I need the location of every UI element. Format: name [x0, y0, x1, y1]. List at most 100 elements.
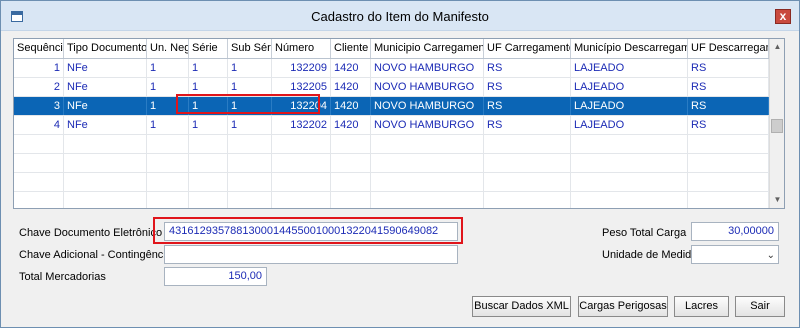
cell-cliente: 1420 — [331, 97, 371, 115]
manifest-item-window: Cadastro do Item do Manifesto x Sequênci… — [0, 0, 800, 328]
vertical-scrollbar[interactable]: ▲ ▼ — [769, 39, 784, 208]
cell-tipo — [64, 173, 147, 191]
table-row[interactable] — [14, 192, 769, 208]
cell-mun-carreg: NOVO HAMBURGO — [371, 97, 484, 115]
cell-sub-serie: 1 — [228, 97, 272, 115]
items-grid[interactable]: SequênciaTipo DocumentoUn. Neg.SérieSub … — [13, 38, 785, 209]
cell-uf-carreg: RS — [484, 97, 571, 115]
peso-input[interactable]: 30,00000 — [691, 222, 779, 241]
cell-tipo — [64, 154, 147, 172]
chave-input[interactable]: 4316129357881300014455001000132204159064… — [164, 222, 458, 241]
unidade-select[interactable]: ⌄ — [691, 245, 779, 264]
cell-numero — [272, 135, 331, 153]
chave-label: Chave Documento Eletrônico — [19, 227, 163, 239]
cell-tipo: NFe — [64, 78, 147, 96]
cell-numero — [272, 173, 331, 191]
col-header-tipo[interactable]: Tipo Documento — [64, 39, 147, 58]
sair-button[interactable]: Sair — [735, 296, 785, 317]
cell-sub-serie — [228, 135, 272, 153]
cell-numero: 132205 — [272, 78, 331, 96]
cell-sub-serie — [228, 192, 272, 208]
cell-cliente — [331, 192, 371, 208]
total-input[interactable]: 150,00 — [164, 267, 267, 286]
cell-mun-descarreg — [571, 135, 688, 153]
cell-tipo — [64, 135, 147, 153]
scroll-thumb[interactable] — [771, 119, 783, 133]
table-row[interactable]: 3 NFe 1 1 1 132204 1420 NOVO HAMBURGO RS LAJEADO R… — [14, 97, 769, 116]
cell-seq: 1 — [14, 59, 64, 77]
cell-numero — [272, 192, 331, 208]
col-header-uf-descarreg[interactable]: UF Descarregamento — [688, 39, 769, 58]
cell-uf-carreg: RS — [484, 78, 571, 96]
cell-uf-carreg — [484, 135, 571, 153]
cell-uf-descarreg — [688, 173, 769, 191]
title-bar: Cadastro do Item do Manifesto x — [1, 1, 799, 31]
scroll-down-icon[interactable]: ▼ — [770, 192, 784, 208]
cell-serie: 1 — [189, 116, 228, 134]
col-header-sub-serie[interactable]: Sub Série — [228, 39, 272, 58]
table-row[interactable]: 2 NFe 1 1 1 132205 1420 NOVO HAMBURGO RS LAJEADO R… — [14, 78, 769, 97]
unidade-label: Unidade de Medida — [602, 249, 698, 261]
peso-label: Peso Total Carga — [602, 227, 687, 239]
close-button[interactable]: x — [775, 9, 791, 24]
cell-mun-carreg — [371, 173, 484, 191]
cell-un-neg: 1 — [147, 97, 189, 115]
cell-uf-carreg — [484, 192, 571, 208]
grid-header: SequênciaTipo DocumentoUn. Neg.SérieSub … — [14, 39, 769, 59]
cell-numero: 132202 — [272, 116, 331, 134]
col-header-un-neg[interactable]: Un. Neg. — [147, 39, 189, 58]
chevron-down-icon[interactable]: ⌄ — [767, 247, 775, 263]
cell-seq: 4 — [14, 116, 64, 134]
cell-mun-descarreg — [571, 154, 688, 172]
cell-mun-carreg: NOVO HAMBURGO — [371, 78, 484, 96]
cell-tipo: NFe — [64, 59, 147, 77]
chave-adicional-input[interactable] — [164, 245, 458, 264]
cargas-perigosas-button[interactable]: Cargas Perigosas — [578, 296, 668, 317]
cell-cliente: 1420 — [331, 78, 371, 96]
cell-serie: 1 — [189, 78, 228, 96]
cell-uf-descarreg — [688, 192, 769, 208]
total-label: Total Mercadorias — [19, 271, 106, 283]
cell-mun-descarreg: LAJEADO — [571, 116, 688, 134]
cell-seq: 2 — [14, 78, 64, 96]
cell-seq — [14, 154, 64, 172]
col-header-uf-carreg[interactable]: UF Carregamento — [484, 39, 571, 58]
col-header-numero[interactable]: Número — [272, 39, 331, 58]
cell-cliente: 1420 — [331, 116, 371, 134]
cell-un-neg — [147, 154, 189, 172]
cell-mun-carreg — [371, 135, 484, 153]
buscar-xml-button[interactable]: Buscar Dados XML — [472, 296, 571, 317]
cell-uf-descarreg: RS — [688, 78, 769, 96]
cell-cliente — [331, 173, 371, 191]
table-row[interactable] — [14, 135, 769, 154]
cell-tipo: NFe — [64, 116, 147, 134]
table-row[interactable] — [14, 173, 769, 192]
table-row[interactable] — [14, 154, 769, 173]
cell-sub-serie — [228, 173, 272, 191]
table-row[interactable]: 1 NFe 1 1 1 132209 1420 NOVO HAMBURGO RS LAJEADO R… — [14, 59, 769, 78]
cell-uf-descarreg — [688, 154, 769, 172]
cell-serie: 1 — [189, 97, 228, 115]
cell-numero — [272, 154, 331, 172]
cell-cliente: 1420 — [331, 59, 371, 77]
cell-serie: 1 — [189, 59, 228, 77]
cell-tipo: NFe — [64, 97, 147, 115]
cell-sub-serie: 1 — [228, 59, 272, 77]
cell-mun-descarreg: LAJEADO — [571, 59, 688, 77]
cell-seq — [14, 135, 64, 153]
lacres-button[interactable]: Lacres — [674, 296, 729, 317]
cell-tipo — [64, 192, 147, 208]
col-header-mun-descarreg[interactable]: Município Descarregamento — [571, 39, 688, 58]
table-row[interactable]: 4 NFe 1 1 1 132202 1420 NOVO HAMBURGO RS LAJEADO R… — [14, 116, 769, 135]
cell-mun-descarreg — [571, 192, 688, 208]
col-header-seq[interactable]: Sequência — [14, 39, 64, 58]
cell-numero: 132209 — [272, 59, 331, 77]
cell-uf-descarreg: RS — [688, 59, 769, 77]
col-header-mun-carreg[interactable]: Municipio Carregamento — [371, 39, 484, 58]
col-header-serie[interactable]: Série — [189, 39, 228, 58]
cell-un-neg — [147, 173, 189, 191]
col-header-cliente[interactable]: Cliente — [331, 39, 371, 58]
cell-mun-carreg: NOVO HAMBURGO — [371, 116, 484, 134]
scroll-up-icon[interactable]: ▲ — [770, 39, 784, 55]
cell-sub-serie: 1 — [228, 116, 272, 134]
